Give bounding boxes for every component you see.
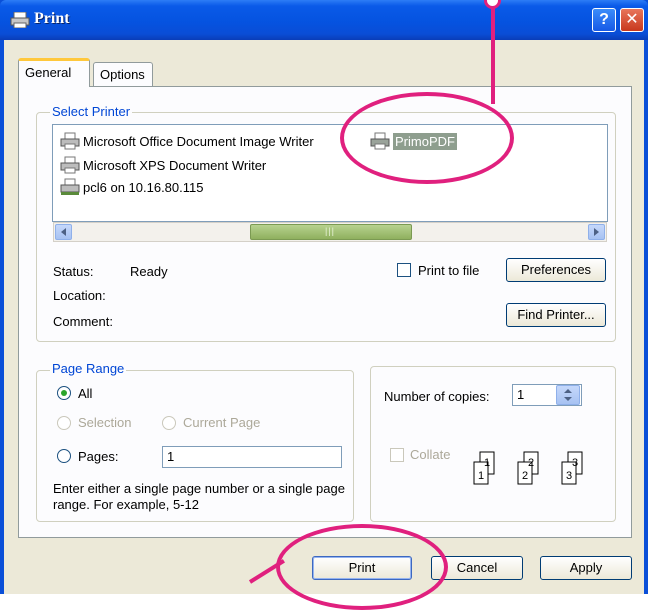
annotation-pointer-line [491,0,495,104]
printer-name: Microsoft Office Document Image Writer [83,133,314,149]
printer-item-xps-writer[interactable]: Microsoft XPS Document Writer [59,155,266,175]
radio-pages-label[interactable]: Pages: [78,449,118,464]
collate-digit: 1 [484,457,490,469]
scroll-right-button[interactable] [588,224,605,240]
collate-checkbox[interactable] [390,448,404,462]
radio-pages[interactable] [57,449,71,463]
page-range-legend: Page Range [50,361,127,376]
close-button[interactable]: ✕ [620,8,644,32]
radio-selection-label[interactable]: Selection [78,415,131,430]
collate-digit: 1 [478,470,484,482]
scroll-left-button[interactable] [55,224,72,240]
apply-button[interactable]: Apply [540,556,632,580]
printer-icon [60,132,80,150]
location-label: Location: [53,288,106,303]
printer-icon [10,12,30,28]
title-bar[interactable] [0,0,648,40]
find-printer-button[interactable]: Find Printer... [506,303,606,327]
print-to-file-checkbox[interactable] [397,263,411,277]
number-of-copies-label: Number of copies: [384,389,490,404]
printer-item-pcl6[interactable]: pcl6 on 10.16.80.115 [59,177,203,197]
select-printer-legend: Select Printer [50,104,133,119]
annotation-highlight-print [276,524,448,610]
tab-general[interactable]: General [18,58,90,87]
radio-current-page[interactable] [162,416,176,430]
radio-selection[interactable] [57,416,71,430]
status-label: Status: [53,264,94,279]
print-to-file-label[interactable]: Print to file [418,263,479,278]
comment-label: Comment: [53,314,113,329]
collate-digit: 2 [522,470,528,482]
copies-spinner[interactable] [556,385,580,405]
window-title: Print [34,10,70,27]
collate-digit: 2 [528,457,534,469]
printer-list[interactable]: Microsoft Office Document Image Writer M… [52,124,608,222]
radio-all-label[interactable]: All [78,386,92,401]
status-value: Ready [130,264,168,279]
printer-name: pcl6 on 10.16.80.115 [83,179,204,195]
grip-icon: ||| [325,226,336,236]
chevron-right-icon [594,228,599,236]
printer-name: Microsoft XPS Document Writer [83,157,267,173]
radio-current-page-label[interactable]: Current Page [183,415,260,430]
help-button[interactable]: ? [592,8,616,32]
annotation-highlight-primopdf [340,92,514,184]
collate-digit: 3 [572,457,578,469]
collate-digit: 3 [566,470,572,482]
chevron-left-icon [61,228,66,236]
printer-icon [60,156,80,174]
printer-item-office-image-writer[interactable]: Microsoft Office Document Image Writer [59,131,314,151]
spinner-arrows-icon [564,389,572,401]
page-range-hint: Enter either a single page number or a s… [53,481,345,512]
radio-selected-dot [61,390,67,396]
tab-options[interactable]: Options [93,62,153,86]
pages-input[interactable]: 1 [162,446,342,468]
collate-label[interactable]: Collate [410,447,450,462]
preferences-button[interactable]: Preferences [506,258,606,282]
collate-illustration-icon: 1 1 2 2 3 3 [473,451,583,485]
network-printer-icon [60,178,80,195]
